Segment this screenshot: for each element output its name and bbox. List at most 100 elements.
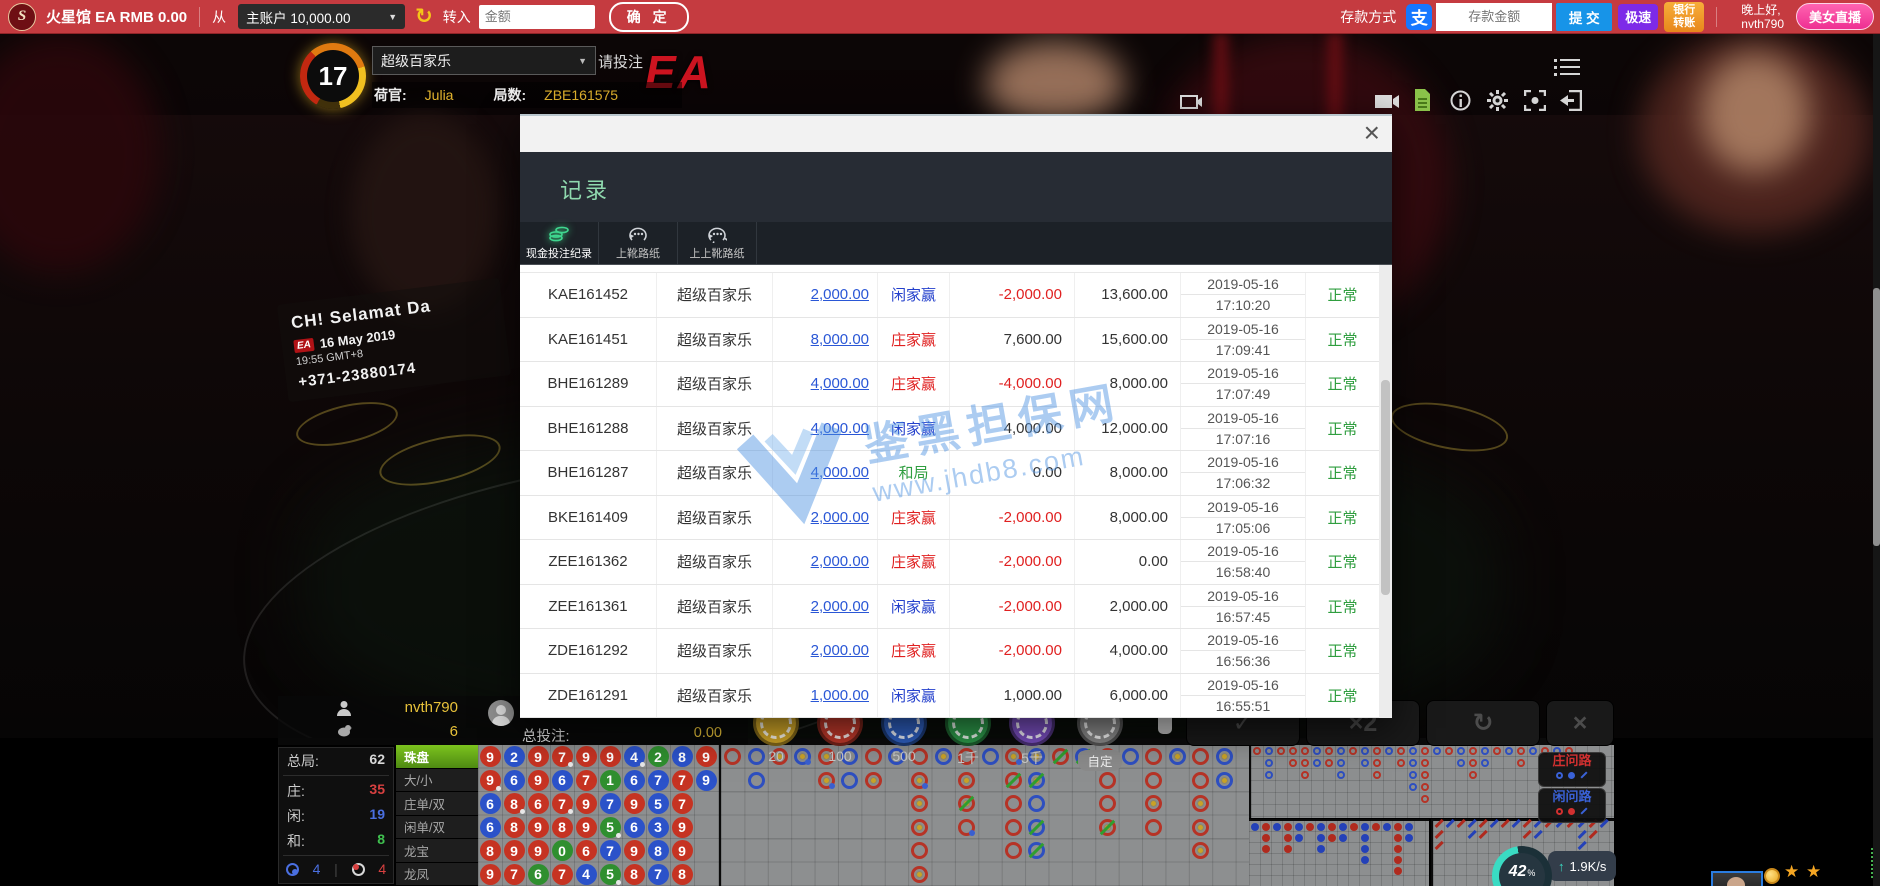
deposit-amount-input[interactable]	[1436, 3, 1552, 31]
cockroach-predict-icon	[1580, 807, 1587, 814]
modal-scrollbar-thumb[interactable]	[1381, 380, 1390, 595]
cell-round-id: ZDE161291	[520, 674, 657, 718]
monitor-icon[interactable]	[1180, 95, 1202, 112]
road-menu-item[interactable]: 大/小	[396, 769, 478, 793]
mini-video-thumbnail[interactable]	[1711, 871, 1763, 886]
express-deposit-button[interactable]: 极速	[1618, 4, 1658, 30]
banker-pair-icon	[352, 863, 365, 876]
small-road-predict-icon	[1568, 808, 1575, 815]
road-cell	[1522, 818, 1531, 827]
bead-cell: 9	[624, 840, 645, 861]
info-icon[interactable]	[1450, 90, 1471, 111]
alipay-icon[interactable]: 支	[1406, 4, 1432, 30]
stat-player-value: 19	[369, 806, 385, 826]
bead-cell: 6	[480, 793, 501, 814]
table-row: ZDE161291超级百家乐1,000.00闲家赢1,000.006,000.0…	[520, 674, 1379, 719]
bet-amount-link[interactable]: 4,000.00	[811, 375, 869, 392]
road-cell	[1028, 795, 1045, 812]
bead-cell: 7	[600, 840, 621, 861]
cell-result: 庄家赢	[878, 362, 950, 406]
refresh-icon[interactable]: ↻	[415, 4, 433, 29]
bet-amount-link[interactable]: 2,000.00	[811, 553, 869, 570]
road-cell	[1511, 818, 1520, 827]
bead-cell: 4	[576, 864, 597, 885]
camera-icon[interactable]	[1375, 93, 1399, 110]
close-icon[interactable]: ×	[1364, 118, 1380, 148]
road-menu-item[interactable]: 龙凤	[396, 863, 478, 886]
cell-bet-amount: 2,000.00	[773, 585, 878, 629]
road-cell	[911, 866, 928, 883]
road-cell	[1284, 834, 1292, 842]
bet-amount-link[interactable]: 8,000.00	[811, 331, 869, 348]
bet-amount-link[interactable]: 2,000.00	[811, 642, 869, 659]
gear-icon[interactable]	[1487, 90, 1508, 111]
road-cell	[1192, 795, 1209, 812]
beauty-live-button[interactable]: 美女直播	[1796, 3, 1874, 30]
road-cell	[1394, 867, 1402, 875]
road-cell	[1262, 845, 1270, 853]
bank-transfer-button[interactable]: 银行 转账	[1664, 2, 1704, 32]
cell-result: 庄家赢	[878, 318, 950, 362]
bet-amount-link[interactable]: 2,000.00	[811, 286, 869, 303]
repeat-bet-button[interactable]: ↻	[1426, 700, 1540, 746]
road-cell	[1145, 772, 1162, 789]
bet-amount-link[interactable]: 2,000.00	[811, 509, 869, 526]
cell-game-name: 超级百家乐	[657, 540, 773, 584]
tab-last-shoe-road[interactable]: 上靴路纸	[599, 222, 678, 264]
transfer-amount-input[interactable]	[479, 5, 595, 29]
road-cell	[1372, 823, 1380, 831]
road-cell	[958, 795, 975, 812]
bet-amount-link[interactable]: 1,000.00	[811, 687, 869, 704]
cell-result: 庄家赢	[878, 496, 950, 540]
cell-balance: 12,000.00	[1075, 407, 1181, 451]
road-menu-item[interactable]: 龙宝	[396, 839, 478, 863]
ask-player-road-button[interactable]: 闲问路	[1538, 788, 1606, 823]
total-bet-value: 0.00	[638, 725, 722, 741]
list-menu-icon[interactable]	[1554, 57, 1580, 77]
road-cell	[1409, 783, 1417, 791]
road-cell	[1361, 856, 1369, 864]
cell-time: 2019-05-1617:10:20	[1181, 273, 1306, 317]
cell-time: 2019-05-1616:55:51	[1181, 674, 1306, 718]
bet-amount-link[interactable]: 2,000.00	[811, 598, 869, 615]
bet-amount-link[interactable]: 4,000.00	[811, 420, 869, 437]
report-file-icon[interactable]	[1413, 89, 1431, 111]
table-row: KAE161451超级百家乐8,000.00庄家赢7,600.0015,600.…	[520, 318, 1379, 363]
tab-shoe-before-last-road[interactable]: 上上靴路纸	[678, 222, 757, 264]
table-row: BHE161287超级百家乐4,000.00和局0.008,000.002019…	[520, 451, 1379, 496]
cell-balance: 13,600.00	[1075, 273, 1181, 317]
records-table: KAE161452超级百家乐2,000.00闲家赢-2,000.0013,600…	[520, 265, 1392, 718]
cell-win-loss: -2,000.00	[950, 540, 1075, 584]
road-cell	[1099, 772, 1116, 789]
account-select[interactable]: 主账户 10,000.00 ▼	[238, 4, 405, 29]
road-cell	[911, 842, 928, 859]
cancel-bet-button[interactable]: ×	[1546, 700, 1614, 746]
road-menu-item[interactable]: 庄单/双	[396, 792, 478, 816]
tab-label: 上靴路纸	[616, 245, 660, 261]
bead-cell: 9	[576, 793, 597, 814]
game-select[interactable]: 超级百家乐 ▼	[372, 46, 596, 75]
road-cell	[1028, 772, 1045, 789]
cell-round-id: KAE161451	[520, 318, 657, 362]
bead-cell: 7	[552, 793, 573, 814]
transfer-confirm-button[interactable]: 确 定	[609, 2, 689, 32]
deposit-submit-button[interactable]: 提 交	[1556, 3, 1612, 31]
bead-cell: 8	[480, 840, 501, 861]
bet-amount-link[interactable]: 4,000.00	[811, 464, 869, 481]
road-cell	[1005, 842, 1022, 859]
cell-balance: 8,000.00	[1075, 451, 1181, 495]
exit-icon[interactable]	[1560, 90, 1582, 111]
top-bar: S 火星馆 EA RMB 0.00 从 主账户 10,000.00 ▼ ↻ 转入…	[0, 0, 1880, 34]
cell-result: 和局	[878, 451, 950, 495]
records-modal: × 记录 现金投注纪录 上靴路纸 上上靴路纸 KAE161452超级百家乐2,0…	[520, 114, 1392, 718]
divider	[1716, 7, 1717, 27]
road-cell	[1577, 829, 1586, 838]
road-menu-item[interactable]: 闲单/双	[396, 816, 478, 840]
ask-player-label: 闲问路	[1539, 789, 1605, 805]
big-eye-predict-icon	[1556, 772, 1563, 779]
page-scrollbar-thumb[interactable]	[1873, 288, 1880, 546]
game-header-panel: 超级百家乐 ▼ 请投注 荷官: Julia 局数: ZBE161575	[372, 46, 652, 108]
fullscreen-icon[interactable]	[1524, 90, 1546, 111]
bead-cell: 8	[648, 840, 669, 861]
tab-cash-bet-records[interactable]: 现金投注纪录	[520, 222, 599, 264]
